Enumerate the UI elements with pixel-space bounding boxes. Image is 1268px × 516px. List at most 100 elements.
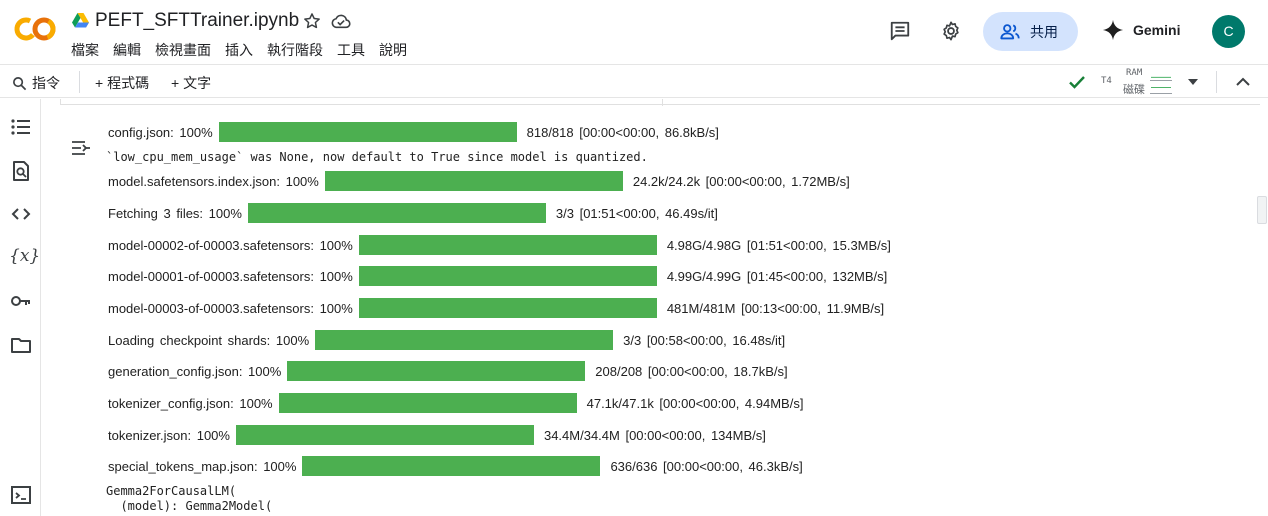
google-drive-icon[interactable]: [72, 13, 89, 28]
progress-fill: [358, 235, 657, 255]
runtime-gpu-label[interactable]: T4: [1101, 76, 1112, 86]
progress-fill: [235, 425, 534, 445]
command-label: 指令: [32, 75, 60, 91]
share-label: 共用: [1030, 23, 1058, 40]
progress-stats: 24.2k/24.2k [00:00<00:00, 1.72MB/s]: [632, 173, 850, 189]
add-text-cell-button[interactable]: + 文字: [171, 73, 211, 93]
files-folder-icon[interactable]: [10, 334, 32, 356]
progress-row: Loading checkpoint shards: 100% 3/3 [00:…: [108, 330, 785, 350]
cloud-saved-icon[interactable]: [330, 12, 352, 30]
menu-help[interactable]: 說明: [379, 40, 407, 60]
find-icon[interactable]: [10, 160, 32, 182]
ram-label[interactable]: RAM: [1126, 68, 1142, 78]
output-toggle-icon[interactable]: [71, 140, 91, 156]
people-icon: [1000, 23, 1020, 39]
progress-stats: 4.98G/4.98G [01:51<00:00, 15.3MB/s]: [666, 237, 891, 253]
toolbar-divider: [1216, 71, 1217, 93]
chevron-up-icon[interactable]: [1235, 75, 1251, 89]
share-button[interactable]: 共用: [983, 12, 1078, 51]
progress-stats: 4.99G/4.99G [01:45<00:00, 132MB/s]: [666, 268, 888, 284]
menu-tools[interactable]: 工具: [337, 40, 365, 60]
progress-bar: [324, 171, 623, 191]
progress-row: model-00003-of-00003.safetensors: 100% 4…: [108, 298, 884, 318]
progress-label: model-00001-of-00003.safetensors: 100%: [108, 268, 353, 284]
toolbar-divider: [79, 71, 80, 93]
model-repr-line: Gemma2ForCausalLM(: [106, 484, 237, 498]
progress-label: tokenizer.json: 100%: [108, 427, 230, 443]
progress-stats: 636/636 [00:00<00:00, 46.3kB/s]: [610, 458, 803, 474]
gemini-label: Gemini: [1133, 22, 1181, 38]
progress-bar: [302, 456, 601, 476]
progress-stats: 481M/481M [00:13<00:00, 11.9MB/s]: [666, 300, 885, 316]
progress-stats: 3/3 [01:51<00:00, 46.49s/it]: [555, 205, 718, 221]
progress-fill: [358, 298, 657, 318]
progress-row: special_tokens_map.json: 100% 636/636 [0…: [108, 456, 803, 476]
progress-row: generation_config.json: 100% 208/208 [00…: [108, 361, 788, 381]
avatar[interactable]: C: [1212, 15, 1245, 48]
connected-check-icon[interactable]: [1067, 73, 1087, 91]
progress-stats: 34.4M/34.4M [00:00<00:00, 134MB/s]: [543, 427, 766, 443]
progress-stats: 3/3 [00:58<00:00, 16.48s/it]: [623, 332, 786, 348]
disk-usage-graph[interactable]: [1150, 83, 1172, 94]
progress-label: model-00003-of-00003.safetensors: 100%: [108, 300, 353, 316]
colab-logo[interactable]: [14, 14, 56, 44]
gear-icon[interactable]: [940, 20, 962, 42]
terminal-icon[interactable]: [10, 484, 32, 506]
progress-row: tokenizer.json: 100% 34.4M/34.4M [00:00<…: [108, 425, 766, 445]
progress-stats: 818/818 [00:00<00:00, 86.8kB/s]: [526, 124, 719, 140]
progress-label: model.safetensors.index.json: 100%: [108, 173, 319, 189]
progress-stats: 208/208 [00:00<00:00, 18.7kB/s]: [595, 363, 788, 379]
progress-label: Loading checkpoint shards: 100%: [108, 332, 310, 348]
toc-icon[interactable]: [10, 116, 32, 138]
progress-label: Fetching 3 files: 100%: [108, 205, 242, 221]
notebook-toolbar: 指令 + 程式碼 + 文字 T4 RAM 磁碟: [0, 64, 1268, 98]
gemini-button[interactable]: Gemini: [1102, 19, 1180, 41]
command-palette-button[interactable]: 指令: [12, 73, 60, 93]
comment-icon[interactable]: [889, 20, 911, 42]
progress-fill: [302, 456, 601, 476]
progress-label: model-00002-of-00003.safetensors: 100%: [108, 237, 353, 253]
model-repr-line: (model): Gemma2Model(: [106, 499, 273, 513]
gemini-sparkle-icon: [1102, 19, 1124, 41]
progress-label: tokenizer_config.json: 100%: [108, 395, 273, 411]
progress-fill: [247, 203, 546, 223]
progress-label: special_tokens_map.json: 100%: [108, 458, 297, 474]
chevron-down-icon[interactable]: [1187, 77, 1199, 87]
menu-file[interactable]: 檔案: [71, 40, 99, 60]
progress-bar: [315, 330, 614, 350]
menu-bar: 檔案 編輯 檢視畫面 插入 執行階段 工具 說明: [71, 40, 421, 60]
menu-view[interactable]: 檢視畫面: [155, 40, 211, 60]
search-icon: [13, 76, 27, 90]
scrollbar-thumb[interactable]: [1257, 196, 1267, 224]
progress-bar: [287, 361, 586, 381]
progress-fill: [324, 171, 623, 191]
code-snippets-icon[interactable]: [10, 203, 32, 225]
progress-label: config.json: 100%: [108, 124, 213, 140]
cell-divider: [662, 99, 663, 106]
progress-fill: [218, 122, 517, 142]
left-sidebar: {𝑥}: [0, 99, 41, 516]
progress-stats: 47.1k/47.1k [00:00<00:00, 4.94MB/s]: [586, 395, 804, 411]
ram-usage-graph[interactable]: [1150, 70, 1172, 81]
top-header: PEFT_SFTTrainer.ipynb 檔案 編輯 檢視畫面 插入 執行階段…: [0, 0, 1268, 64]
disk-label[interactable]: 磁碟: [1123, 81, 1145, 97]
menu-insert[interactable]: 插入: [225, 40, 253, 60]
warning-text: `low_cpu_mem_usage` was None, now defaul…: [106, 150, 648, 164]
progress-fill: [287, 361, 586, 381]
menu-edit[interactable]: 編輯: [113, 40, 141, 60]
progress-row: model.safetensors.index.json: 100% 24.2k…: [108, 171, 850, 191]
notebook-title[interactable]: PEFT_SFTTrainer.ipynb: [95, 10, 299, 32]
star-icon[interactable]: [302, 11, 322, 31]
secrets-key-icon[interactable]: [10, 290, 32, 312]
progress-row: Fetching 3 files: 100% 3/3 [01:51<00:00,…: [108, 203, 718, 223]
menu-runtime[interactable]: 執行階段: [267, 40, 323, 60]
cell-boundary: [60, 99, 1260, 105]
progress-bar: [235, 425, 534, 445]
progress-bar: [218, 122, 517, 142]
progress-label: generation_config.json: 100%: [108, 363, 282, 379]
add-code-cell-button[interactable]: + 程式碼: [95, 73, 149, 93]
progress-bar: [358, 266, 657, 286]
variables-icon[interactable]: {𝑥}: [9, 246, 40, 266]
progress-bar: [358, 235, 657, 255]
progress-row: model-00002-of-00003.safetensors: 100% 4…: [108, 235, 891, 255]
